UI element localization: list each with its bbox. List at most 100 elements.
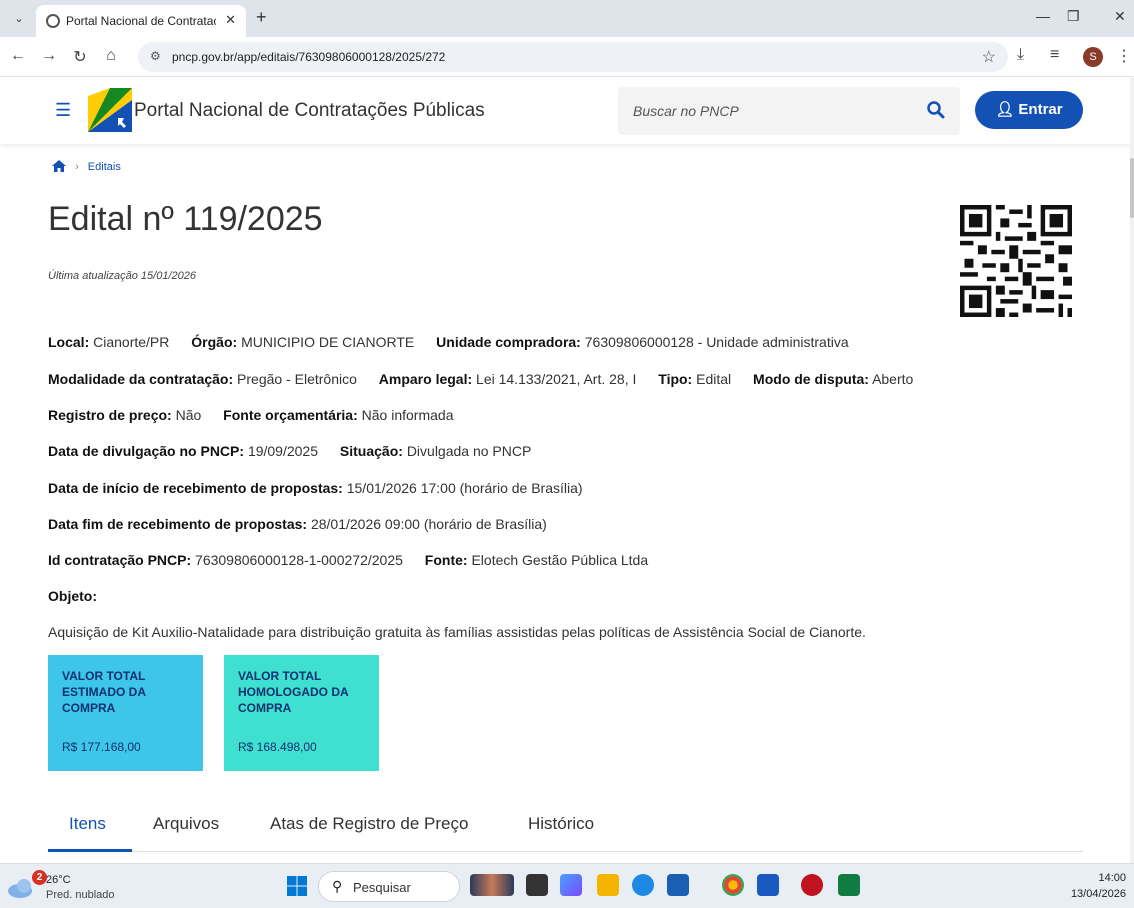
windows-taskbar: 2 26°C Pred. nublado ⚲ Pesquisar 14:00 1… xyxy=(0,863,1134,908)
address-bar[interactable]: ⚙ pncp.gov.br/app/editais/76309806000128… xyxy=(138,42,1008,72)
tab-historico[interactable]: Histórico xyxy=(528,814,594,834)
tab-itens[interactable]: Itens xyxy=(69,814,106,834)
disputa-label: Modo de disputa: xyxy=(753,371,869,387)
amparo-label: Amparo legal: xyxy=(378,371,473,387)
download-icon[interactable]: ⤓ xyxy=(1017,46,1024,64)
page-scrollbar[interactable] xyxy=(1130,78,1134,863)
fonte-value: Elotech Gestão Pública Ltda xyxy=(471,552,649,568)
fim-value: 28/01/2026 09:00 (horário de Brasília) xyxy=(310,516,547,532)
detail-line-objeto-label: Objeto: xyxy=(48,588,97,604)
login-label: Entrar xyxy=(1018,101,1063,118)
clock-date: 13/04/2026 xyxy=(1070,888,1126,900)
tab-search-dropdown-icon[interactable]: ⌄ xyxy=(8,8,30,30)
detail-line-fim: Data fim de recebimento de propostas: 28… xyxy=(48,516,547,532)
search-input[interactable] xyxy=(618,87,918,135)
detail-line-divulgacao: Data de divulgação no PNCP: 19/09/2025 S… xyxy=(48,443,531,459)
portal-title: Portal Nacional de Contratações Públicas xyxy=(134,100,485,121)
home-icon[interactable]: ⌂ xyxy=(101,47,121,65)
windows-start-icon[interactable] xyxy=(287,876,307,896)
amparo-value: Lei 14.133/2021, Art. 28, I xyxy=(476,371,637,387)
card-label: VALOR TOTAL HOMOLOGADO DA COMPRA xyxy=(238,669,349,715)
temperature: 26°C xyxy=(46,874,71,886)
app-icon[interactable] xyxy=(801,874,823,896)
search-icon: ⚲ xyxy=(332,878,343,894)
fonte-label: Fonte: xyxy=(424,552,468,568)
store-icon[interactable] xyxy=(667,874,689,896)
card-value: R$ 177.168,00 xyxy=(62,740,141,754)
browser-tab-bar: ⌄ Portal Nacional de Contrataçõe ✕ + — ❐… xyxy=(0,0,1134,37)
minimize-icon[interactable]: — xyxy=(1036,8,1050,24)
id-label: Id contratação PNCP: xyxy=(48,552,192,568)
tab-arquivos[interactable]: Arquivos xyxy=(153,814,219,834)
m365-icon[interactable] xyxy=(560,874,582,896)
card-valor-homologado: VALOR TOTAL HOMOLOGADO DA COMPRA R$ 168.… xyxy=(224,655,379,771)
window-close-icon[interactable]: ✕ xyxy=(1114,8,1126,25)
modalidade-label: Modalidade da contratação: xyxy=(48,371,234,387)
back-icon[interactable]: ← xyxy=(8,47,28,65)
inicio-label: Data de início de recebimento de propost… xyxy=(48,480,343,496)
task-view-icon[interactable] xyxy=(526,874,548,896)
local-label: Local: xyxy=(48,334,90,350)
orgao-value: MUNICIPIO DE CIANORTE xyxy=(241,334,415,350)
forward-icon[interactable]: → xyxy=(39,47,59,65)
taskbar-search-label: Pesquisar xyxy=(353,880,411,895)
situacao-label: Situação: xyxy=(339,443,403,459)
breadcrumb: › Editais xyxy=(52,160,121,173)
unidade-value: 76309806000128 - Unidade administrativa xyxy=(584,334,849,350)
objeto-label: Objeto: xyxy=(48,588,97,604)
site-info-icon[interactable]: ⚙ xyxy=(150,49,161,63)
hamburger-menu-icon[interactable]: ☰ xyxy=(55,100,71,121)
pncp-logo[interactable] xyxy=(88,88,132,132)
menu-dots-icon[interactable]: ⋮ xyxy=(1116,46,1132,66)
notification-badge: 2 xyxy=(32,870,47,885)
site-header: ☰ Portal Nacional de Contratações Públic… xyxy=(0,78,1130,144)
weather-condition: Pred. nublado xyxy=(46,889,115,901)
excel-icon[interactable] xyxy=(838,874,860,896)
chevron-right-icon: › xyxy=(75,161,79,173)
disputa-value: Aberto xyxy=(872,371,914,387)
content-tabs: Itens Arquivos Atas de Registro de Preço… xyxy=(48,806,1083,852)
breadcrumb-editais[interactable]: Editais xyxy=(88,161,121,173)
word-icon[interactable] xyxy=(757,874,779,896)
system-clock[interactable]: 14:00 13/04/2026 xyxy=(1071,870,1126,902)
id-value: 76309806000128-1-000272/2025 xyxy=(195,552,403,568)
detail-line-registro: Registro de preço: Não Fonte orçamentári… xyxy=(48,407,453,423)
scrollbar-thumb[interactable] xyxy=(1130,158,1134,218)
reload-icon[interactable]: ↻ xyxy=(70,47,90,67)
fonte-orcamentaria-label: Fonte orçamentária: xyxy=(223,407,358,423)
detail-line-modalidade: Modalidade da contratação: Pregão - Elet… xyxy=(48,371,913,387)
active-tab-indicator xyxy=(48,849,132,852)
divulgacao-label: Data de divulgação no PNCP: xyxy=(48,443,245,459)
bookmark-star-icon[interactable]: ☆ xyxy=(982,47,996,67)
page-title: Edital nº 119/2025 xyxy=(48,200,323,238)
tab-close-icon[interactable]: ✕ xyxy=(225,12,236,28)
unidade-label: Unidade compradora: xyxy=(436,334,581,350)
clock-time: 14:00 xyxy=(1098,872,1126,884)
chrome-icon[interactable] xyxy=(722,874,744,896)
taskbar-search[interactable]: ⚲ Pesquisar xyxy=(318,871,460,902)
url-text[interactable]: pncp.gov.br/app/editais/76309806000128/2… xyxy=(172,50,445,64)
detail-line-local: Local: Cianorte/PR Órgão: MUNICIPIO DE C… xyxy=(48,334,849,350)
widgets-icon[interactable] xyxy=(470,874,514,896)
divulgacao-value: 19/09/2025 xyxy=(247,443,319,459)
last-updated: Última atualização 15/01/2026 xyxy=(48,270,196,282)
tab-atas-registro-preco[interactable]: Atas de Registro de Preço xyxy=(270,814,468,834)
tipo-value: Edital xyxy=(696,371,732,387)
detail-line-id: Id contratação PNCP: 76309806000128-1-00… xyxy=(48,552,648,568)
edge-icon[interactable] xyxy=(632,874,654,896)
globe-icon xyxy=(46,14,60,28)
home-icon[interactable] xyxy=(52,160,66,172)
file-explorer-icon[interactable] xyxy=(597,874,619,896)
tipo-label: Tipo: xyxy=(658,371,693,387)
profile-avatar[interactable]: S xyxy=(1083,47,1103,67)
login-button[interactable]: 👤︎ Entrar xyxy=(975,91,1083,129)
fonte-orcamentaria-value: Não informada xyxy=(361,407,454,423)
search-icon[interactable] xyxy=(926,100,946,120)
new-tab-button[interactable]: + xyxy=(256,7,267,28)
restore-icon[interactable]: ❐ xyxy=(1067,8,1080,25)
browser-toolbar: ← → ↻ ⌂ ⚙ pncp.gov.br/app/editais/763098… xyxy=(0,37,1134,77)
reading-list-icon[interactable]: ≡ xyxy=(1050,46,1059,64)
user-icon: 👤︎ xyxy=(995,101,1015,118)
situacao-value: Divulgada no PNCP xyxy=(406,443,532,459)
browser-tab[interactable]: Portal Nacional de Contrataçõe ✕ xyxy=(36,5,246,37)
